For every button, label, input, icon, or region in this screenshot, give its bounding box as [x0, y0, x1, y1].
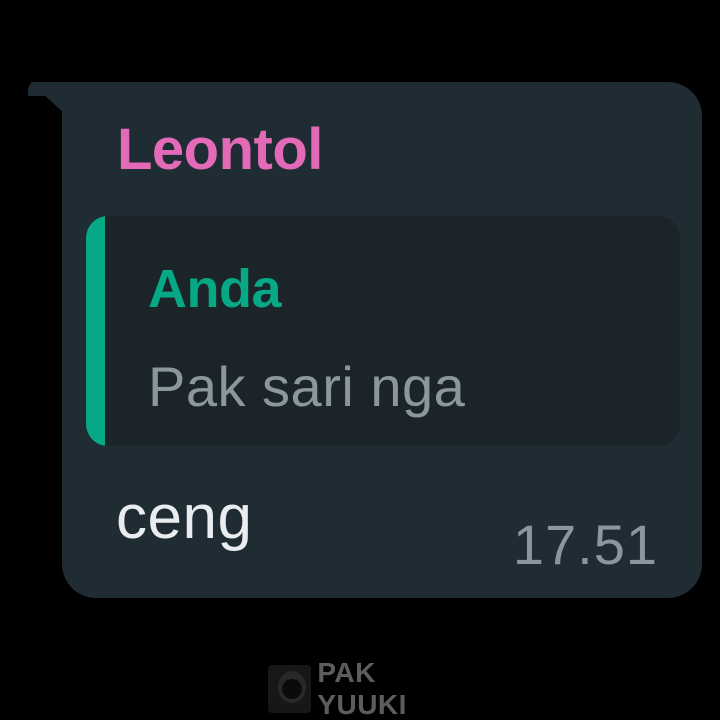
quote-accent-bar: [86, 216, 105, 446]
avatar-logo-icon: [268, 665, 312, 713]
quoted-author: Anda: [148, 259, 282, 319]
quoted-message[interactable]: Anda Pak sari nga: [86, 216, 680, 446]
chat-screen: Leontol Anda Pak sari nga ceng 17.51 PAK…: [0, 0, 720, 720]
quoted-text: Pak sari nga: [148, 355, 466, 418]
sender-name[interactable]: Leontol: [117, 116, 323, 183]
bubble-tail-corner: [28, 82, 48, 96]
message-timestamp: 17.51: [512, 513, 658, 576]
watermark-label: PAK YUUKI: [317, 657, 407, 720]
watermark: PAK YUUKI: [268, 657, 458, 720]
message-text: ceng: [116, 483, 253, 552]
incoming-message-bubble[interactable]: Leontol Anda Pak sari nga ceng 17.51: [62, 82, 702, 598]
